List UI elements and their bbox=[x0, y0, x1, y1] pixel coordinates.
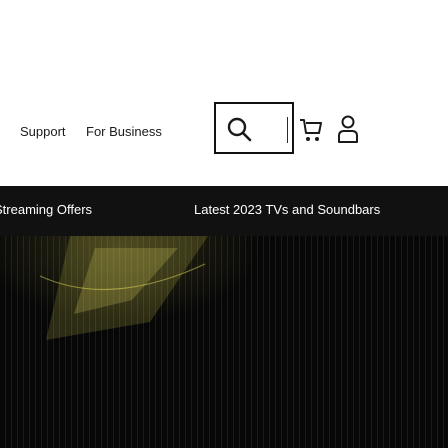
icon-separator bbox=[287, 117, 288, 143]
promo-link-latest-tvs[interactable]: Latest 2023 TVs and Soundbars bbox=[194, 202, 380, 217]
account-icon[interactable] bbox=[337, 114, 359, 144]
cart-icon[interactable] bbox=[298, 117, 324, 145]
promo-bar: Streaming Offers Latest 2023 TVs and Sou… bbox=[0, 186, 448, 236]
hero-banner[interactable] bbox=[0, 236, 448, 448]
hero-light-streak bbox=[39, 236, 208, 340]
nav-link-support[interactable]: Support bbox=[20, 124, 66, 139]
nav-link-for-business[interactable]: For Business bbox=[86, 124, 162, 139]
promo-link-streaming-offers[interactable]: Streaming Offers bbox=[0, 202, 92, 217]
search-icon[interactable] bbox=[226, 116, 254, 144]
